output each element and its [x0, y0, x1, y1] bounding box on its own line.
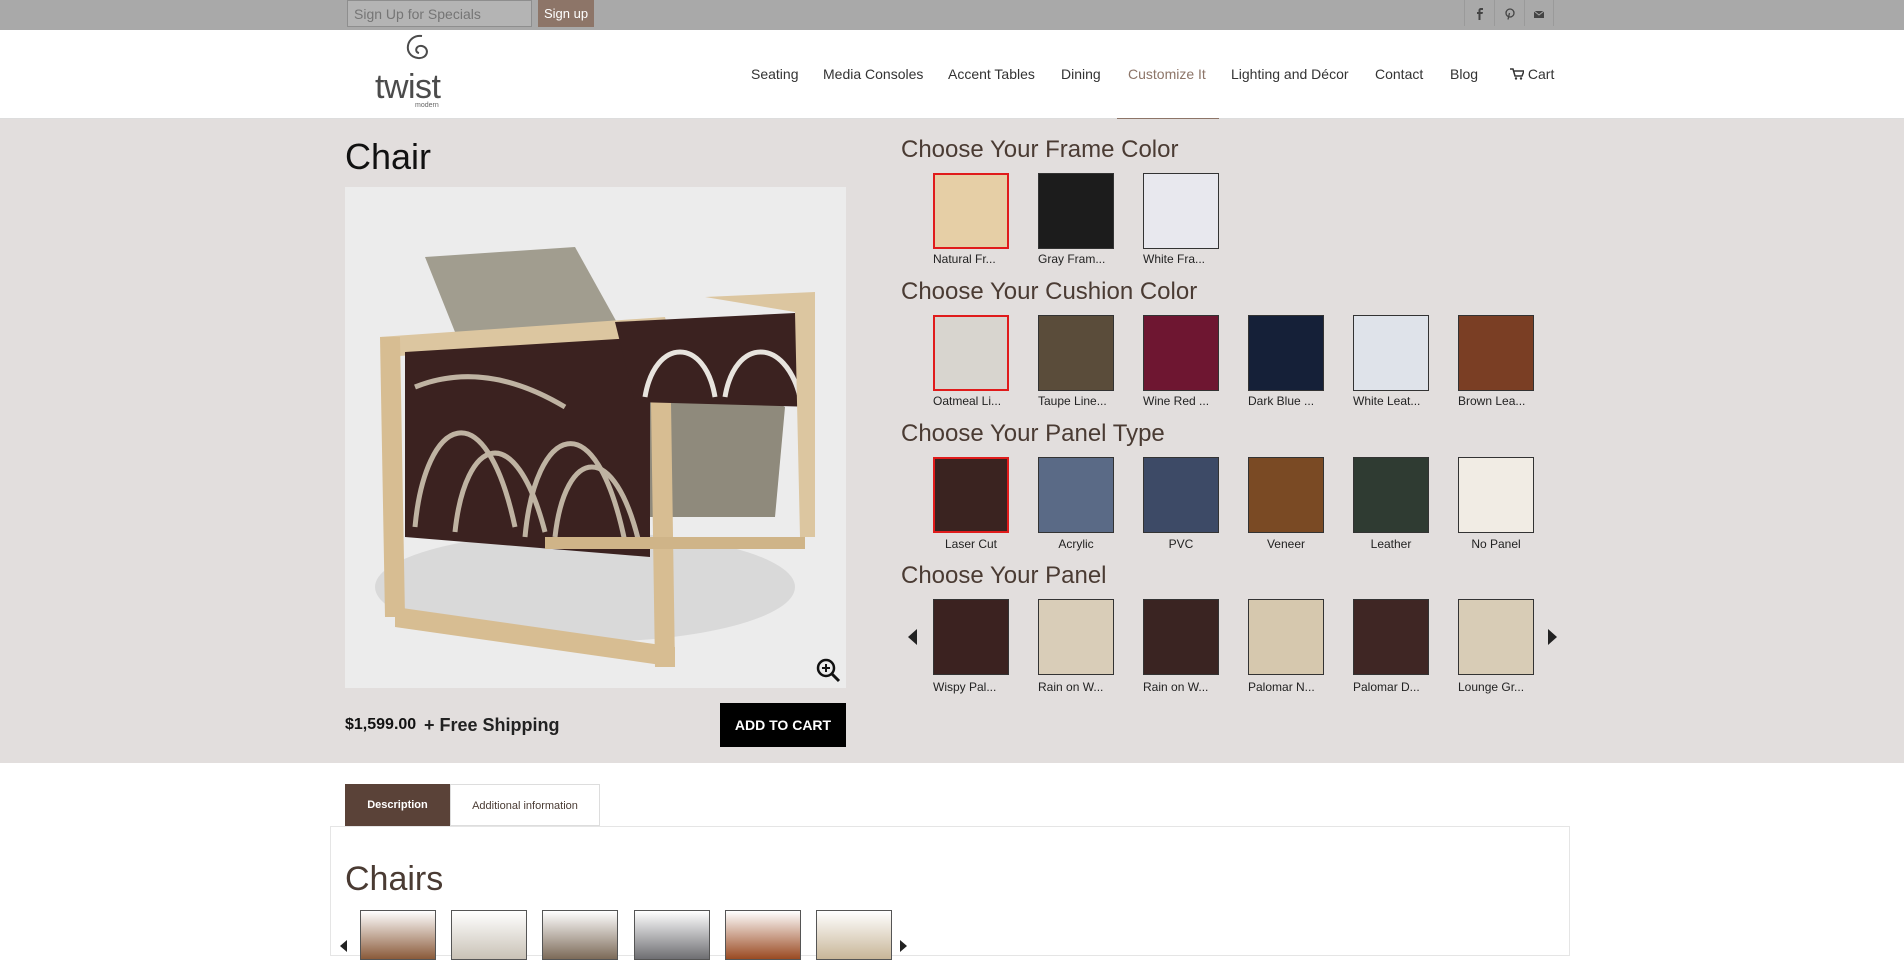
- panel-label: Wispy Pal...: [933, 680, 997, 694]
- nav-lighting-decor[interactable]: Lighting and Décor: [1231, 66, 1349, 82]
- cushion-label: Oatmeal Li...: [933, 394, 1002, 408]
- panel-type-veneer[interactable]: [1248, 457, 1324, 533]
- panel-option[interactable]: [1038, 599, 1114, 675]
- nav-contact[interactable]: Contact: [1375, 66, 1423, 82]
- related-chair-thumb[interactable]: [634, 910, 710, 960]
- frame-label: Gray Fram...: [1038, 252, 1106, 266]
- related-chair-thumb[interactable]: [360, 910, 436, 960]
- mail-icon[interactable]: [1524, 0, 1554, 26]
- cushion-label: White Leat...: [1353, 394, 1421, 408]
- cushion-label: Taupe Line...: [1038, 394, 1107, 408]
- product-image[interactable]: [345, 187, 846, 688]
- brand-tagline: modern: [415, 102, 439, 109]
- cushion-swatch-wine-red[interactable]: [1143, 315, 1219, 391]
- cushion-swatch-white-leather[interactable]: [1353, 315, 1429, 391]
- product-title: Chair: [345, 136, 432, 177]
- panel-option[interactable]: [1248, 599, 1324, 675]
- related-chair-thumb[interactable]: [725, 910, 801, 960]
- related-chair-thumb[interactable]: [816, 910, 892, 960]
- pinterest-icon[interactable]: [1494, 0, 1524, 26]
- plus-sign: +: [424, 715, 435, 735]
- cart-label: Cart: [1527, 66, 1555, 82]
- add-to-cart-button[interactable]: ADD TO CART: [720, 703, 846, 747]
- tab-additional-information[interactable]: Additional information: [450, 784, 600, 826]
- related-next-arrow[interactable]: [900, 940, 907, 952]
- frame-swatch-gray[interactable]: [1038, 173, 1114, 249]
- shipping-info: + Free Shipping: [424, 715, 560, 736]
- chair-illustration: [375, 247, 815, 667]
- panel-next-arrow[interactable]: [1548, 629, 1557, 645]
- cushion-swatch-brown-leather[interactable]: [1458, 315, 1534, 391]
- panel-type-no-panel[interactable]: [1458, 457, 1534, 533]
- frame-label: Natural Fr...: [933, 252, 996, 266]
- panel-title: Choose Your Panel: [901, 562, 1107, 589]
- panel-type-pvc[interactable]: [1143, 457, 1219, 533]
- cushion-swatch-dark-blue[interactable]: [1248, 315, 1324, 391]
- panel-type-label: No Panel: [1471, 537, 1521, 551]
- panel-type-title: Choose Your Panel Type: [901, 420, 1165, 447]
- panel-prev-arrow[interactable]: [908, 629, 917, 645]
- related-chair-thumb[interactable]: [542, 910, 618, 960]
- panel-type-leather[interactable]: [1353, 457, 1429, 533]
- related-section-title: Chairs: [345, 860, 444, 898]
- panel-option[interactable]: [1458, 599, 1534, 675]
- cushion-label: Wine Red ...: [1143, 394, 1210, 408]
- panel-option[interactable]: [1353, 599, 1429, 675]
- nav-seating[interactable]: Seating: [751, 66, 798, 82]
- cushion-label: Brown Lea...: [1458, 394, 1526, 408]
- panel-type-label: Veneer: [1266, 537, 1306, 551]
- product-price: $1,599.00: [345, 716, 417, 733]
- panel-label: Palomar D...: [1353, 680, 1420, 694]
- nav-blog[interactable]: Blog: [1450, 66, 1478, 82]
- panel-type-label: Acrylic: [1058, 537, 1094, 551]
- panel-label: Palomar N...: [1248, 680, 1315, 694]
- cart-icon: [1510, 68, 1526, 80]
- nav-accent-tables[interactable]: Accent Tables: [948, 66, 1035, 82]
- frame-color-title: Choose Your Frame Color: [901, 136, 1179, 163]
- cushion-swatch-taupe[interactable]: [1038, 315, 1114, 391]
- related-prev-arrow[interactable]: [340, 940, 347, 952]
- frame-swatch-white[interactable]: [1143, 173, 1219, 249]
- frame-swatch-natural[interactable]: [933, 173, 1009, 249]
- related-chair-thumb[interactable]: [451, 910, 527, 960]
- panel-label: Rain on W...: [1038, 680, 1104, 694]
- cushion-label: Dark Blue ...: [1248, 394, 1315, 408]
- panel-type-laser-cut[interactable]: [933, 457, 1009, 533]
- panel-type-label: Leather: [1370, 537, 1412, 551]
- signup-button[interactable]: Sign up: [538, 0, 594, 27]
- nav-media-consoles[interactable]: Media Consoles: [823, 66, 923, 82]
- top-bar: Sign up: [0, 0, 1904, 30]
- frame-label: White Fra...: [1143, 252, 1206, 266]
- panel-label: Rain on W...: [1143, 680, 1209, 694]
- zoom-in-icon[interactable]: [815, 657, 841, 683]
- cushion-color-title: Choose Your Cushion Color: [901, 278, 1198, 305]
- nav-dining[interactable]: Dining: [1061, 66, 1101, 82]
- signup-email-input[interactable]: [347, 0, 532, 27]
- panel-type-acrylic[interactable]: [1038, 457, 1114, 533]
- free-shipping-label: Free Shipping: [439, 715, 560, 735]
- nav-customize-it[interactable]: Customize It: [1128, 66, 1206, 82]
- panel-type-label: Laser Cut: [944, 537, 998, 551]
- nav-cart[interactable]: Cart: [1510, 66, 1554, 82]
- site-header: twist modern Seating Media Consoles Acce…: [0, 30, 1904, 120]
- panel-option[interactable]: [1143, 599, 1219, 675]
- cushion-swatch-oatmeal[interactable]: [933, 315, 1009, 391]
- panel-type-label: PVC: [1168, 537, 1194, 551]
- panel-option[interactable]: [933, 599, 1009, 675]
- tab-description[interactable]: Description: [345, 784, 450, 826]
- facebook-icon[interactable]: [1464, 0, 1494, 26]
- panel-label: Lounge Gr...: [1458, 680, 1525, 694]
